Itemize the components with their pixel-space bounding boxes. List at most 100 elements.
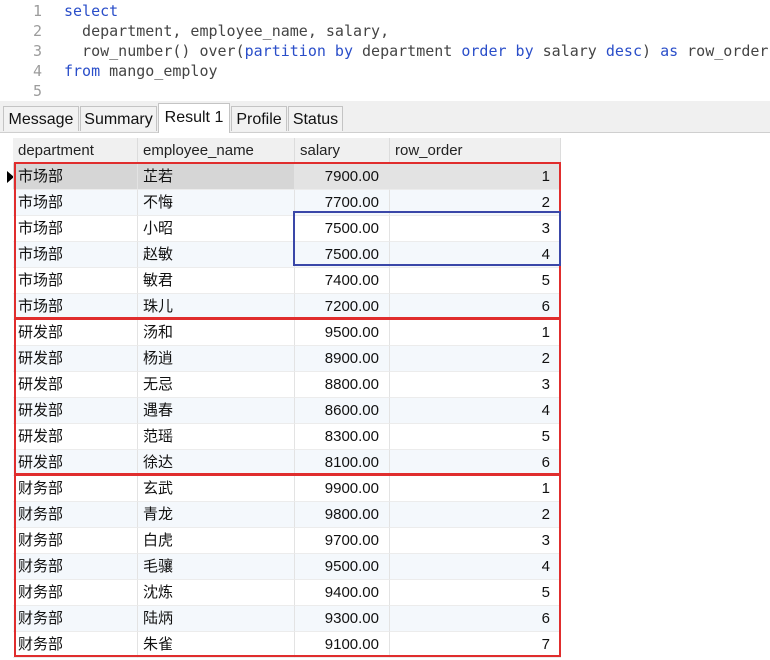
cell-row-order[interactable]: 5 [390,580,561,606]
cell-salary[interactable]: 8900.00 [295,346,390,372]
code-line[interactable]: select [64,1,118,21]
cell-salary[interactable]: 8600.00 [295,398,390,424]
cell-department[interactable]: 研发部 [13,398,138,424]
cell-employee-name[interactable]: 玄武 [138,476,295,502]
table-row[interactable]: 研发部 遇春 8600.00 4 [0,398,770,424]
cell-employee-name[interactable]: 沈炼 [138,580,295,606]
cell-row-order[interactable]: 3 [390,372,561,398]
cell-employee-name[interactable]: 朱雀 [138,632,295,658]
column-header-department[interactable]: department [13,138,138,164]
cell-row-order[interactable]: 6 [390,606,561,632]
cell-salary[interactable]: 8800.00 [295,372,390,398]
cell-department[interactable]: 市场部 [13,190,138,216]
cell-row-order[interactable]: 4 [390,554,561,580]
cell-row-order[interactable]: 4 [390,242,561,268]
cell-employee-name[interactable]: 珠儿 [138,294,295,320]
cell-salary[interactable]: 7400.00 [295,268,390,294]
table-row[interactable]: 市场部 赵敏 7500.00 4 [0,242,770,268]
cell-employee-name[interactable]: 小昭 [138,216,295,242]
cell-department[interactable]: 研发部 [13,320,138,346]
cell-salary[interactable]: 7200.00 [295,294,390,320]
cell-employee-name[interactable]: 芷若 [138,164,295,190]
cell-salary[interactable]: 7500.00 [295,216,390,242]
cell-department[interactable]: 研发部 [13,346,138,372]
table-row[interactable]: 研发部 汤和 9500.00 1 [0,320,770,346]
cell-department[interactable]: 财务部 [13,528,138,554]
cell-row-order[interactable]: 2 [390,190,561,216]
tab-status[interactable]: Status [288,106,343,131]
cell-employee-name[interactable]: 敏君 [138,268,295,294]
code-line[interactable]: department, employee_name, salary, [64,21,389,41]
cell-salary[interactable]: 7500.00 [295,242,390,268]
cell-row-order[interactable]: 2 [390,502,561,528]
tab-profile[interactable]: Profile [231,106,287,131]
cell-employee-name[interactable]: 陆炳 [138,606,295,632]
cell-employee-name[interactable]: 赵敏 [138,242,295,268]
cell-department[interactable]: 财务部 [13,632,138,658]
table-row[interactable]: 市场部 芷若 7900.00 1 [0,164,770,190]
table-row[interactable]: 市场部 敏君 7400.00 5 [0,268,770,294]
table-row[interactable]: 财务部 毛骧 9500.00 4 [0,554,770,580]
cell-salary[interactable]: 7700.00 [295,190,390,216]
cell-department[interactable]: 财务部 [13,476,138,502]
code-line[interactable]: from mango_employ [64,61,218,81]
table-row[interactable]: 财务部 陆炳 9300.00 6 [0,606,770,632]
cell-employee-name[interactable]: 白虎 [138,528,295,554]
code-line[interactable]: row_number() over(partition by departmen… [64,41,768,61]
tab-result-1[interactable]: Result 1 [158,103,230,133]
cell-department[interactable]: 市场部 [13,268,138,294]
cell-employee-name[interactable]: 毛骧 [138,554,295,580]
cell-employee-name[interactable]: 遇春 [138,398,295,424]
table-row[interactable]: 研发部 范瑶 8300.00 5 [0,424,770,450]
cell-salary[interactable]: 9900.00 [295,476,390,502]
cell-employee-name[interactable]: 无忌 [138,372,295,398]
cell-row-order[interactable]: 5 [390,268,561,294]
cell-salary[interactable]: 9100.00 [295,632,390,658]
cell-department[interactable]: 市场部 [13,242,138,268]
cell-salary[interactable]: 8300.00 [295,424,390,450]
table-row[interactable]: 财务部 朱雀 9100.00 7 [0,632,770,658]
cell-department[interactable]: 财务部 [13,606,138,632]
cell-employee-name[interactable]: 汤和 [138,320,295,346]
cell-employee-name[interactable]: 徐达 [138,450,295,476]
cell-department[interactable]: 财务部 [13,502,138,528]
cell-salary[interactable]: 9500.00 [295,554,390,580]
cell-department[interactable]: 市场部 [13,294,138,320]
cell-department[interactable]: 市场部 [13,216,138,242]
cell-row-order[interactable]: 5 [390,424,561,450]
cell-department[interactable]: 财务部 [13,554,138,580]
table-row[interactable]: 市场部 不悔 7700.00 2 [0,190,770,216]
table-row[interactable]: 财务部 白虎 9700.00 3 [0,528,770,554]
column-header-employee-name[interactable]: employee_name [138,138,295,164]
table-row[interactable]: 市场部 小昭 7500.00 3 [0,216,770,242]
cell-row-order[interactable]: 1 [390,320,561,346]
cell-salary[interactable]: 7900.00 [295,164,390,190]
table-row[interactable]: 财务部 青龙 9800.00 2 [0,502,770,528]
table-row[interactable]: 财务部 玄武 9900.00 1 [0,476,770,502]
cell-row-order[interactable]: 4 [390,398,561,424]
table-row[interactable]: 研发部 无忌 8800.00 3 [0,372,770,398]
table-row[interactable]: 财务部 沈炼 9400.00 5 [0,580,770,606]
cell-row-order[interactable]: 6 [390,450,561,476]
cell-salary[interactable]: 8100.00 [295,450,390,476]
cell-row-order[interactable]: 2 [390,346,561,372]
cell-row-order[interactable]: 3 [390,216,561,242]
cell-employee-name[interactable]: 青龙 [138,502,295,528]
cell-row-order[interactable]: 7 [390,632,561,658]
cell-row-order[interactable]: 6 [390,294,561,320]
cell-row-order[interactable]: 1 [390,476,561,502]
cell-salary[interactable]: 9500.00 [295,320,390,346]
cell-department[interactable]: 研发部 [13,424,138,450]
cell-department[interactable]: 研发部 [13,372,138,398]
table-row[interactable]: 市场部 珠儿 7200.00 6 [0,294,770,320]
tab-summary[interactable]: Summary [80,106,157,131]
column-header-row-order[interactable]: row_order [390,138,561,164]
table-row[interactable]: 研发部 徐达 8100.00 6 [0,450,770,476]
cell-employee-name[interactable]: 范瑶 [138,424,295,450]
cell-salary[interactable]: 9800.00 [295,502,390,528]
cell-department[interactable]: 财务部 [13,580,138,606]
table-row[interactable]: 研发部 杨逍 8900.00 2 [0,346,770,372]
cell-employee-name[interactable]: 不悔 [138,190,295,216]
cell-employee-name[interactable]: 杨逍 [138,346,295,372]
tab-message[interactable]: Message [3,106,79,131]
